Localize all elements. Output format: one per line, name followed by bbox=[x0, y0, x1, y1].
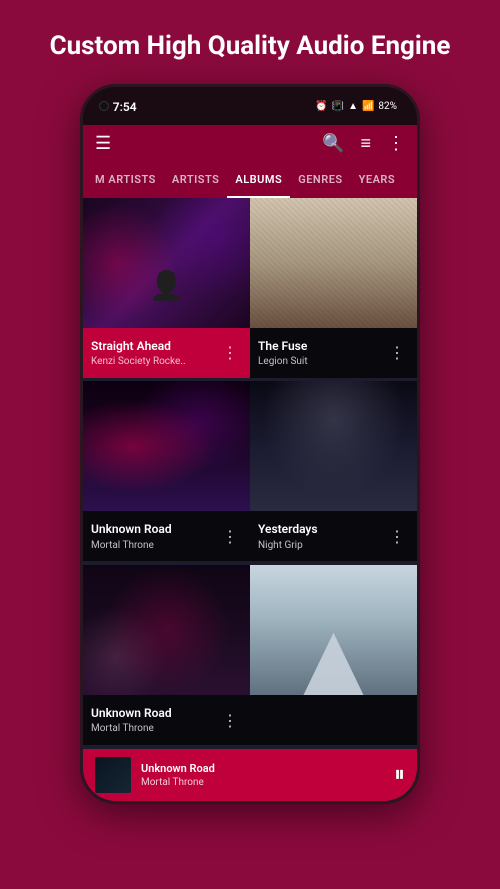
now-playing-info: Unknown Road Mortal Throne bbox=[141, 762, 394, 788]
search-icon[interactable]: 🔍 bbox=[322, 135, 344, 153]
tab-genres[interactable]: GENRES bbox=[290, 163, 350, 196]
album-title-1: Straight Ahead bbox=[91, 339, 218, 355]
battery-level: 82% bbox=[378, 101, 397, 112]
now-playing-artist: Mortal Throne bbox=[141, 777, 394, 788]
app-content: ☰ 🔍 ≡ ⋮ M ARTISTS ARTISTS ALBUMS GENRES … bbox=[83, 125, 417, 801]
album-more-5[interactable]: ⋮ bbox=[218, 707, 242, 734]
album-artist-4: Night Grip bbox=[258, 540, 385, 551]
album-card-extra[interactable] bbox=[250, 565, 417, 749]
tab-m-artists[interactable]: M ARTISTS bbox=[87, 163, 164, 196]
page-header: Custom High Quality Audio Engine bbox=[10, 0, 491, 84]
camera-dot bbox=[99, 101, 109, 111]
album-more-2[interactable]: ⋮ bbox=[385, 339, 409, 366]
alarm-icon: ⏰ bbox=[315, 101, 327, 112]
phone-notch: 7:54 ⏰ 📳 ▲ 📶 82% bbox=[83, 87, 417, 125]
now-playing-art bbox=[95, 757, 131, 793]
filter-icon[interactable]: ≡ bbox=[360, 135, 371, 153]
album-title-4: Yesterdays bbox=[258, 522, 385, 538]
album-title-2: The Fuse bbox=[258, 339, 385, 355]
album-artist-1: Kenzi Society Rocke.. bbox=[91, 356, 218, 367]
album-artist-3: Mortal Throne bbox=[91, 540, 218, 551]
tab-years[interactable]: YEARS bbox=[351, 163, 404, 196]
tab-bar: M ARTISTS ARTISTS ALBUMS GENRES YEARS bbox=[83, 163, 417, 198]
menu-icon[interactable]: ☰ bbox=[95, 135, 111, 153]
album-artist-5: Mortal Throne bbox=[91, 723, 218, 734]
tab-artists[interactable]: ARTISTS bbox=[164, 163, 228, 196]
album-card-the-fuse[interactable]: The Fuse Legion Suit ⋮ bbox=[250, 198, 417, 382]
album-artist-2: Legion Suit bbox=[258, 356, 385, 367]
album-card-straight-ahead[interactable]: Straight Ahead Kenzi Society Rocke.. ⋮ bbox=[83, 198, 250, 382]
toolbar: ☰ 🔍 ≡ ⋮ bbox=[83, 125, 417, 163]
play-pause-button[interactable]: ⏸ bbox=[394, 762, 405, 787]
album-title-3: Unknown Road bbox=[91, 522, 218, 538]
album-card-yesterdays[interactable]: Yesterdays Night Grip ⋮ bbox=[250, 381, 417, 565]
signal-icon: 📶 bbox=[362, 101, 374, 112]
album-card-unknown-road[interactable]: Unknown Road Mortal Throne ⋮ bbox=[83, 381, 250, 565]
album-card-unknown-road-2[interactable]: Unknown Road Mortal Throne ⋮ bbox=[83, 565, 250, 749]
toolbar-icons: 🔍 ≡ ⋮ bbox=[322, 135, 405, 153]
album-more-3[interactable]: ⋮ bbox=[218, 523, 242, 550]
now-playing-bar[interactable]: Unknown Road Mortal Throne ⏸ bbox=[83, 749, 417, 801]
status-time: 7:54 bbox=[113, 100, 137, 114]
album-title-5: Unknown Road bbox=[91, 706, 218, 722]
more-options-icon[interactable]: ⋮ bbox=[387, 135, 405, 153]
wifi-icon: ▲ bbox=[348, 101, 358, 112]
album-more-1[interactable]: ⋮ bbox=[218, 339, 242, 366]
status-icons: ⏰ 📳 ▲ 📶 82% bbox=[315, 101, 397, 112]
albums-grid: Straight Ahead Kenzi Society Rocke.. ⋮ T… bbox=[83, 198, 417, 749]
phone-frame: 7:54 ⏰ 📳 ▲ 📶 82% ☰ 🔍 ≡ ⋮ M ARTISTS bbox=[80, 84, 420, 804]
now-playing-title: Unknown Road bbox=[141, 762, 394, 775]
status-bar: 7:54 ⏰ 📳 ▲ 📶 82% bbox=[109, 98, 401, 114]
vibrate-icon: 📳 bbox=[332, 101, 344, 112]
toolbar-left: ☰ bbox=[95, 135, 111, 153]
album-more-4[interactable]: ⋮ bbox=[385, 523, 409, 550]
tab-albums[interactable]: ALBUMS bbox=[227, 163, 290, 196]
